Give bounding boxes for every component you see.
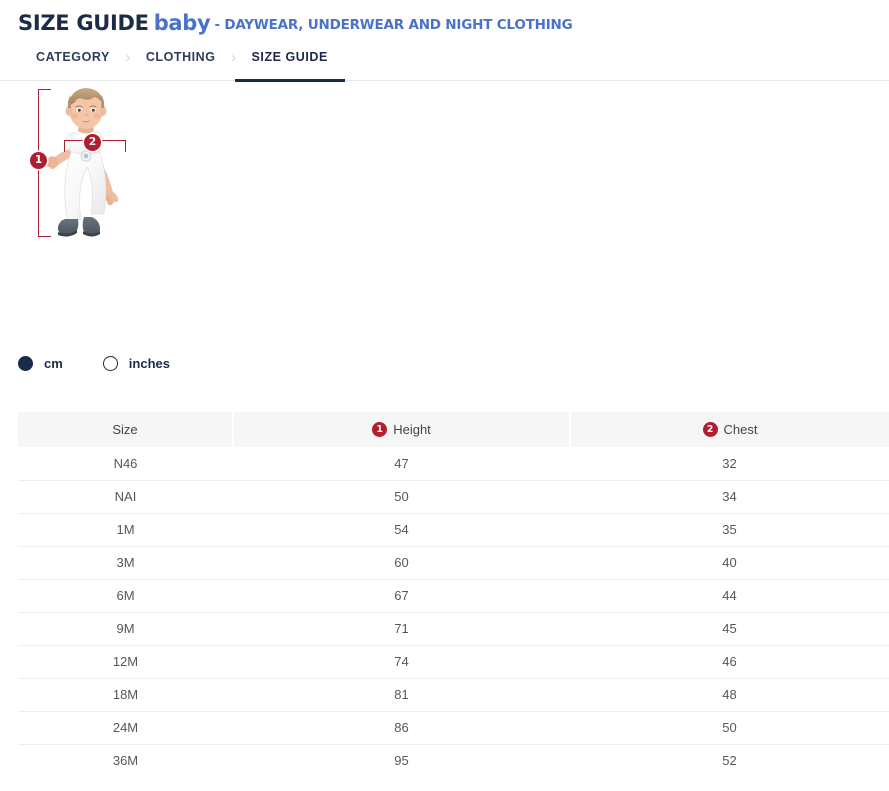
table-row: 12M 74 46 bbox=[18, 645, 889, 678]
cell-chest: 50 bbox=[570, 711, 889, 744]
cell-chest: 45 bbox=[570, 612, 889, 645]
table-row: 1M 54 35 bbox=[18, 513, 889, 546]
page-title-accent: baby bbox=[154, 11, 211, 35]
cell-size: 36M bbox=[18, 744, 233, 777]
cell-height: 60 bbox=[233, 546, 570, 579]
cell-chest: 52 bbox=[570, 744, 889, 777]
cell-chest: 44 bbox=[570, 579, 889, 612]
cell-chest: 34 bbox=[570, 480, 889, 513]
unit-option-inches-label: inches bbox=[129, 356, 170, 371]
measurement-illustration: 1 2 bbox=[0, 81, 889, 336]
unit-option-inches[interactable]: inches bbox=[103, 356, 170, 371]
column-header-height: 1 Height bbox=[233, 412, 570, 447]
table-row: 6M 67 44 bbox=[18, 579, 889, 612]
unit-option-cm-label: cm bbox=[44, 356, 63, 371]
radio-inches-icon[interactable] bbox=[103, 356, 118, 371]
chevron-right-icon: › bbox=[216, 49, 252, 65]
cell-size: 1M bbox=[18, 513, 233, 546]
column-header-size: Size bbox=[18, 412, 233, 447]
cell-size: 24M bbox=[18, 711, 233, 744]
cell-size: N46 bbox=[18, 447, 233, 480]
unit-option-cm[interactable]: cm bbox=[18, 356, 63, 371]
breadcrumb-item-size-guide[interactable]: SIZE GUIDE bbox=[252, 49, 328, 80]
cell-height: 86 bbox=[233, 711, 570, 744]
column-badge-1-icon: 1 bbox=[372, 422, 387, 437]
cell-chest: 48 bbox=[570, 678, 889, 711]
table-row: 18M 81 48 bbox=[18, 678, 889, 711]
cell-chest: 40 bbox=[570, 546, 889, 579]
cell-chest: 35 bbox=[570, 513, 889, 546]
cell-size: 12M bbox=[18, 645, 233, 678]
table-header-row: Size 1 Height 2 Chest bbox=[18, 412, 889, 447]
cell-size: 6M bbox=[18, 579, 233, 612]
column-header-size-label: Size bbox=[112, 423, 137, 436]
cell-height: 81 bbox=[233, 678, 570, 711]
breadcrumb: CATEGORY › CLOTHING › SIZE GUIDE bbox=[0, 49, 889, 81]
cell-height: 54 bbox=[233, 513, 570, 546]
size-guide-table: Size 1 Height 2 Chest N46 47 32 bbox=[18, 412, 889, 777]
column-badge-2-icon: 2 bbox=[703, 422, 718, 437]
breadcrumb-item-clothing[interactable]: CLOTHING bbox=[146, 49, 216, 80]
page-title: SIZE GUIDEbaby- DAYWEAR, UNDERWEAR AND N… bbox=[0, 0, 889, 35]
cell-size: 18M bbox=[18, 678, 233, 711]
page-title-subtitle: - DAYWEAR, UNDERWEAR AND NIGHT CLOTHING bbox=[214, 17, 572, 33]
column-header-height-label: Height bbox=[393, 423, 431, 436]
column-header-chest: 2 Chest bbox=[570, 412, 889, 447]
table-row: NAI 50 34 bbox=[18, 480, 889, 513]
measure-marker-1-height: 1 bbox=[30, 152, 47, 169]
cell-height: 71 bbox=[233, 612, 570, 645]
cell-chest: 46 bbox=[570, 645, 889, 678]
chevron-right-icon: › bbox=[110, 49, 146, 65]
table-row: 24M 86 50 bbox=[18, 711, 889, 744]
cell-size: 3M bbox=[18, 546, 233, 579]
cell-height: 74 bbox=[233, 645, 570, 678]
page-title-main: SIZE GUIDE bbox=[18, 11, 149, 35]
column-header-chest-label: Chest bbox=[724, 423, 758, 436]
breadcrumb-item-category[interactable]: CATEGORY bbox=[36, 49, 110, 80]
table-row: 36M 95 52 bbox=[18, 744, 889, 777]
measure-marker-2-chest: 2 bbox=[84, 134, 101, 151]
cell-height: 95 bbox=[233, 744, 570, 777]
cell-height: 50 bbox=[233, 480, 570, 513]
table-body: N46 47 32 NAI 50 34 1M 54 35 3M 60 40 6M… bbox=[18, 447, 889, 777]
unit-selector: cm inches bbox=[18, 356, 170, 371]
radio-cm-icon[interactable] bbox=[18, 356, 33, 371]
table-row: N46 47 32 bbox=[18, 447, 889, 480]
cell-height: 47 bbox=[233, 447, 570, 480]
cell-height: 67 bbox=[233, 579, 570, 612]
cell-size: 9M bbox=[18, 612, 233, 645]
table-row: 9M 71 45 bbox=[18, 612, 889, 645]
cell-chest: 32 bbox=[570, 447, 889, 480]
table-row: 3M 60 40 bbox=[18, 546, 889, 579]
cell-size: NAI bbox=[18, 480, 233, 513]
